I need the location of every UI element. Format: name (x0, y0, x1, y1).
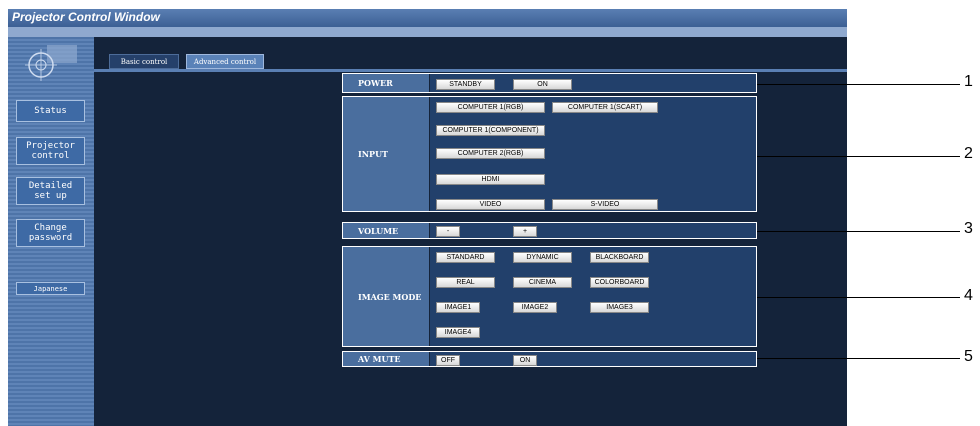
power-on-button[interactable]: ON (513, 79, 572, 90)
window-title: Projector Control Window (12, 10, 160, 24)
av-mute-section: AV MUTE OFF ON (342, 351, 757, 367)
svideo-button[interactable]: S-VIDEO (552, 199, 658, 210)
image3-button[interactable]: IMAGE3 (590, 302, 649, 313)
image-mode-label: IMAGE MODE (343, 247, 429, 346)
callout-number-4: 4 (964, 287, 973, 304)
image1-button[interactable]: IMAGE1 (436, 302, 480, 313)
standard-button[interactable]: STANDARD (436, 252, 495, 263)
power-label: POWER (343, 74, 429, 92)
computer1-component-button[interactable]: COMPUTER 1(COMPONENT) (436, 125, 545, 136)
computer2-rgb-button[interactable]: COMPUTER 2(RGB) (436, 148, 545, 159)
sidebar: Status Projector control Detailed set up… (8, 37, 94, 426)
volume-up-button[interactable]: + (513, 226, 537, 237)
callout-number-1: 1 (964, 73, 973, 90)
av-mute-off-button[interactable]: OFF (436, 355, 460, 366)
title-bar: Projector Control Window (8, 9, 847, 27)
projector-control-button[interactable]: Projector control (16, 137, 85, 165)
tab-basic-control[interactable]: Basic control (109, 54, 179, 69)
callout-number-5: 5 (964, 348, 973, 365)
dynamic-button[interactable]: DYNAMIC (513, 252, 572, 263)
input-label: INPUT (343, 97, 429, 211)
projector-logo-icon (25, 45, 77, 81)
av-mute-label: AV MUTE (343, 352, 429, 366)
callout-line-2 (757, 156, 960, 157)
callout-number-3: 3 (964, 220, 973, 237)
input-section: INPUT COMPUTER 1(RGB) COMPUTER 1(SCART) … (342, 96, 757, 212)
colorboard-button[interactable]: COLORBOARD (590, 277, 649, 288)
video-button[interactable]: VIDEO (436, 199, 545, 210)
cinema-button[interactable]: CINEMA (513, 277, 572, 288)
power-section: POWER STANDBY ON (342, 73, 757, 93)
blackboard-button[interactable]: BLACKBOARD (590, 252, 649, 263)
callout-line-3 (757, 231, 960, 232)
header-strip (8, 27, 847, 37)
image4-button[interactable]: IMAGE4 (436, 327, 480, 338)
hdmi-button[interactable]: HDMI (436, 174, 545, 185)
callout-line-4 (757, 297, 960, 298)
callout-number-2: 2 (964, 145, 973, 162)
computer1-scart-button[interactable]: COMPUTER 1(SCART) (552, 102, 658, 113)
callout-line-1 (757, 84, 960, 85)
image2-button[interactable]: IMAGE2 (513, 302, 557, 313)
standby-button[interactable]: STANDBY (436, 79, 495, 90)
status-button[interactable]: Status (16, 100, 85, 122)
volume-down-button[interactable]: - (436, 226, 460, 237)
volume-section: VOLUME - + (342, 222, 757, 239)
real-button[interactable]: REAL (436, 277, 495, 288)
av-mute-on-button[interactable]: ON (513, 355, 537, 366)
computer1-rgb-button[interactable]: COMPUTER 1(RGB) (436, 102, 545, 113)
japanese-language-button[interactable]: Japanese (16, 282, 85, 295)
change-password-button[interactable]: Change password (16, 219, 85, 247)
detailed-setup-button[interactable]: Detailed set up (16, 177, 85, 205)
image-mode-section: IMAGE MODE STANDARD DYNAMIC BLACKBOARD R… (342, 246, 757, 347)
volume-label: VOLUME (343, 223, 429, 238)
tab-advanced-control[interactable]: Advanced control (186, 54, 264, 69)
callout-line-5 (757, 358, 960, 359)
tab-strip-underline (94, 69, 847, 72)
